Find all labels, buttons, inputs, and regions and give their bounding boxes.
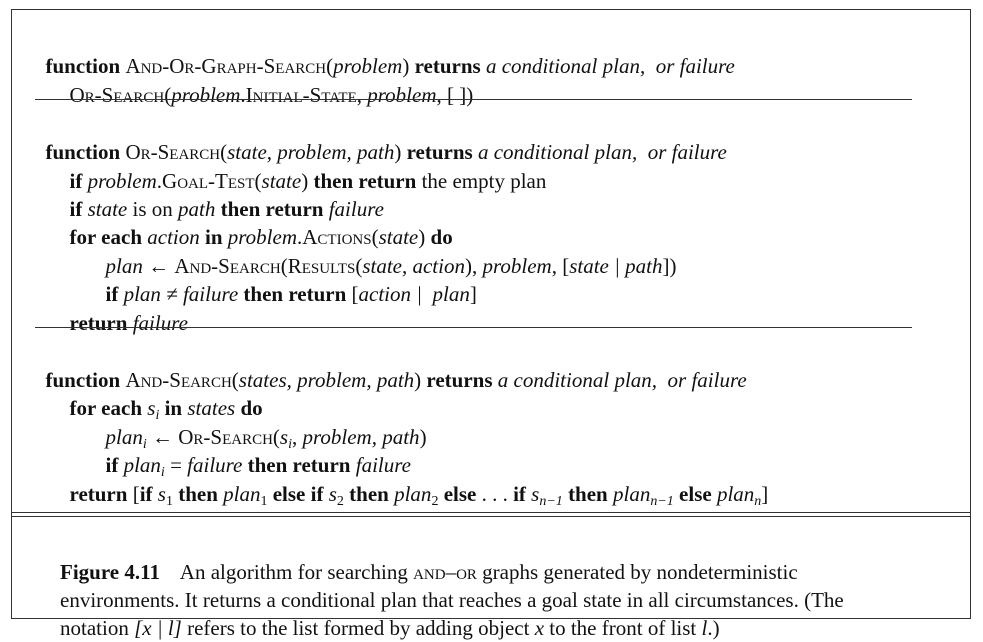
subscript: 2 (431, 494, 439, 509)
caption-divider (11, 516, 971, 517)
keyword: then return (243, 282, 347, 306)
keyword: else (443, 482, 477, 506)
algo3-line4: return [if s1 then plan1 else if s2 then… (69, 482, 769, 509)
keyword: returns (426, 368, 493, 392)
var: problem (482, 254, 552, 278)
list: action | plan (358, 282, 470, 306)
caption-text: refers to the list formed by adding obje… (181, 616, 535, 640)
caption-text: to the front of list (544, 616, 702, 640)
var: s (328, 482, 337, 506)
keyword: return (69, 482, 128, 506)
section-divider (35, 99, 912, 100)
keyword: else (679, 482, 712, 506)
keyword: else if (272, 482, 324, 506)
subscript: n (754, 494, 762, 509)
caption-divider (11, 512, 971, 513)
keyword: then (178, 482, 218, 506)
return-type: a conditional plan, or failure (497, 368, 747, 392)
keyword: return (69, 311, 128, 335)
arg: problem (367, 83, 437, 107)
attr: Initial-State (245, 83, 357, 107)
var: plan (613, 482, 651, 506)
caption-text: notation (60, 616, 135, 640)
subscript: n−1 (539, 494, 563, 509)
var: state | path (569, 254, 663, 278)
keyword: if (513, 482, 526, 506)
keyword: then (349, 482, 389, 506)
caption-math: x (534, 616, 545, 640)
text: the empty plan (421, 169, 547, 193)
subscript: 1 (260, 494, 268, 509)
subscript: 2 (336, 494, 344, 509)
arg: problem (171, 83, 241, 107)
caption-math: [x | l] (134, 616, 182, 640)
call-name: Or-Search (69, 83, 165, 107)
subscript: n−1 (650, 494, 674, 509)
keyword: then (568, 482, 608, 506)
var: failure (132, 311, 188, 335)
var: plan (223, 482, 261, 506)
params: states, problem, path (238, 368, 415, 392)
return-type: a conditional plan, or failure (485, 54, 735, 78)
var: plan (716, 482, 755, 506)
figure-caption-line3: notation [x | l] refers to the list form… (60, 586, 720, 642)
var: plan (394, 482, 432, 506)
keyword: if (139, 482, 153, 506)
section-divider (35, 327, 912, 328)
caption-text: .) (707, 616, 720, 640)
var: s (157, 482, 166, 506)
subscript: 1 (165, 494, 173, 509)
